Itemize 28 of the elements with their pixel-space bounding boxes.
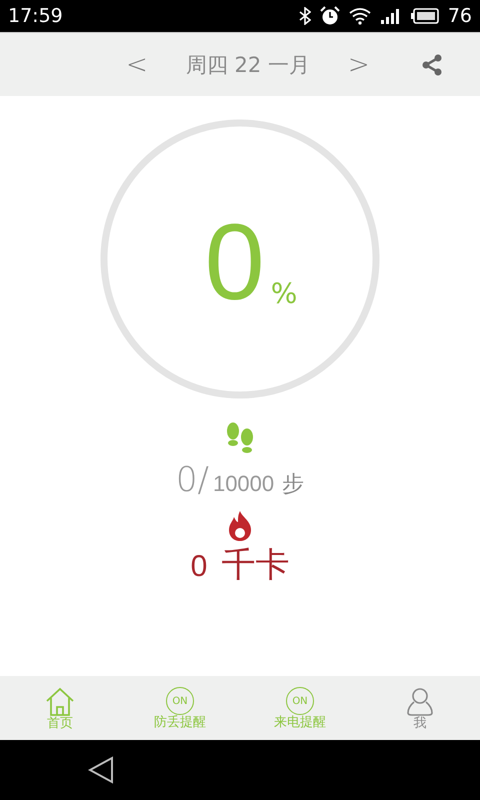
step-count: 0/ (176, 460, 209, 500)
signal-icon (380, 8, 402, 24)
on-badge: ON (286, 687, 314, 715)
tab[interactable]: 我 (360, 676, 480, 740)
previous-day-button[interactable]: < (120, 50, 154, 80)
battery-level: 76 (448, 5, 472, 27)
share-icon[interactable] (421, 54, 443, 76)
bluetooth-icon (298, 7, 311, 25)
step-unit: 步 (282, 471, 304, 499)
home-icon (45, 686, 75, 716)
next-day-button[interactable]: > (342, 50, 376, 80)
calorie-count: 0 (190, 550, 208, 584)
tab[interactable]: 首页 (0, 676, 120, 740)
tab[interactable]: ON 来电提醒 (240, 676, 360, 740)
alarm-icon (320, 6, 340, 26)
step-goal: 10000 (212, 471, 274, 497)
progress-percent: 0 (204, 208, 265, 316)
date-label: 周四 22 一月 (186, 52, 310, 78)
wifi-icon (348, 7, 371, 25)
flame-icon (227, 510, 253, 542)
status-time: 17:59 (8, 5, 63, 27)
calorie-unit: 千卡 (221, 544, 290, 587)
percent-sign: % (270, 277, 298, 310)
battery-icon (410, 8, 439, 24)
on-badge: ON (166, 687, 194, 715)
person-icon (406, 686, 434, 716)
back-icon[interactable] (88, 756, 114, 784)
tab[interactable]: ON 防丢提醒 (120, 676, 240, 740)
